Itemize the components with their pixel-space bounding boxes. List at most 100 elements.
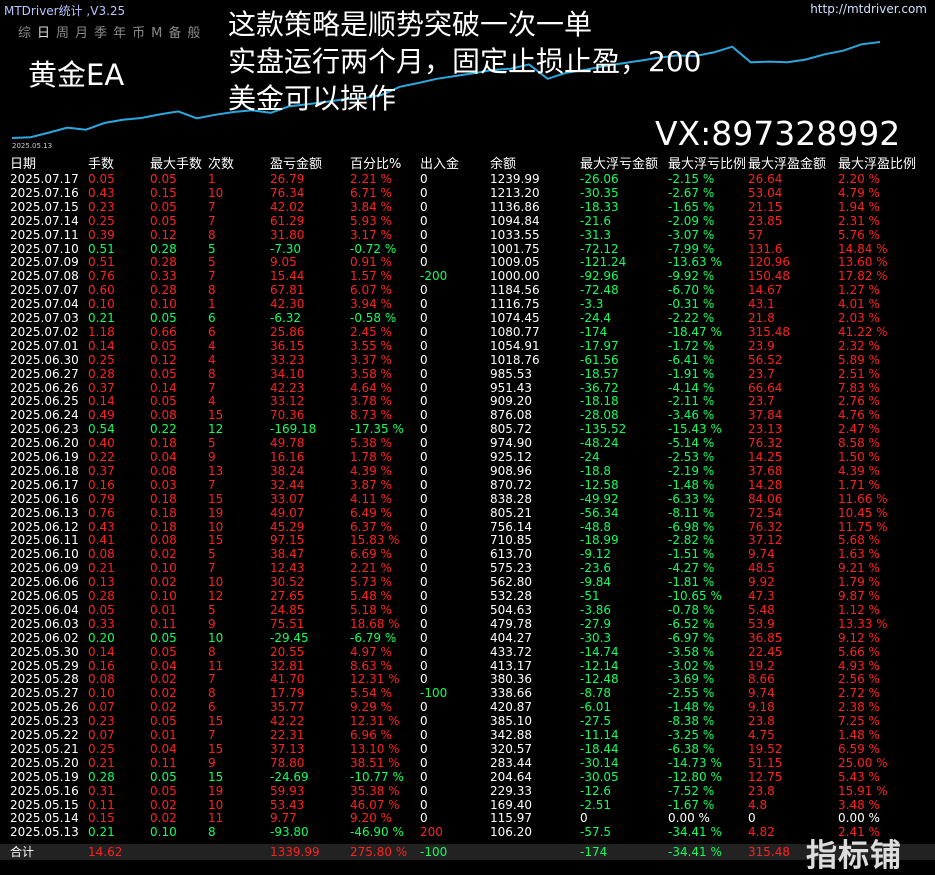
cell-6: 0 <box>420 602 428 617</box>
table-row[interactable]: 2025.06.20 0.40 0.18 5 49.78 5.38 % 0 974.90 -48… <box>0 436 935 450</box>
table-row[interactable]: 2025.07.08 0.76 0.33 7 15.44 1.57 % -200 1000.0… <box>0 269 935 283</box>
cell-0: 2025.06.11 <box>10 533 79 548</box>
cell-4: 45.29 <box>270 519 305 534</box>
table-row[interactable]: 2025.07.15 0.23 0.05 7 42.02 3.84 % 0 1136.86 -1… <box>0 200 935 214</box>
cell-3: 15 <box>208 491 224 506</box>
table-row[interactable]: 2025.07.16 0.43 0.15 10 76.34 6.71 % 0 1213.20 -… <box>0 186 935 200</box>
cell-0: 2025.06.06 <box>10 575 79 590</box>
table-row[interactable]: 2025.05.29 0.16 0.04 11 32.81 8.63 % 0 413.17 -1… <box>0 659 935 673</box>
table-row[interactable]: 2025.06.02 0.20 0.05 10 -29.45 -6.79 % 0 404.27… <box>0 631 935 645</box>
cell-9: -13.63 % <box>668 255 722 270</box>
table-row[interactable]: 2025.06.18 0.37 0.08 13 38.24 4.39 % 0 908.96 -1… <box>0 464 935 478</box>
table-row[interactable]: 2025.06.09 0.21 0.10 7 12.43 2.21 % 0 575.23 -23… <box>0 561 935 575</box>
cell-6: 0 <box>420 672 428 687</box>
table-row[interactable]: 2025.07.04 0.10 0.10 1 42.30 3.94 % 0 1116.75 -3… <box>0 297 935 311</box>
table-row[interactable]: 2025.05.30 0.14 0.05 8 20.55 4.97 % 0 433.72 -14… <box>0 645 935 659</box>
cell-6: 0 <box>420 616 428 631</box>
table-row[interactable]: 2025.07.09 0.51 0.28 5 9.05 0.91 % 0 1009.05 -12… <box>0 255 935 269</box>
tab-0[interactable]: 综 <box>18 22 31 41</box>
table-row[interactable]: 2025.06.04 0.05 0.01 5 24.85 5.18 % 0 504.63 -3.… <box>0 603 935 617</box>
cell-6: 0 <box>420 589 428 603</box>
table-row[interactable]: 2025.07.14 0.25 0.05 7 61.29 5.93 % 0 1094.84 -2… <box>0 214 935 228</box>
table-row[interactable]: 2025.05.26 0.07 0.02 6 35.77 9.29 % 0 420.87 -6.… <box>0 700 935 714</box>
tab-7[interactable]: M <box>151 26 162 41</box>
tab-9[interactable]: 般 <box>187 22 200 41</box>
table-row[interactable]: 2025.07.03 0.21 0.05 6 -6.32 -0.58 % 0 1074.45 -… <box>0 311 935 325</box>
table-row[interactable]: 2025.05.23 0.23 0.05 15 42.22 12.31 % 0 385.10 -… <box>0 714 935 728</box>
cell-7: 1001.75 <box>490 241 540 256</box>
table-row[interactable]: 2025.05.14 0.15 0.02 11 9.77 9.20 % 0 115.97 0 0.… <box>0 811 935 825</box>
table-row[interactable]: 2025.06.25 0.14 0.05 4 33.12 3.78 % 0 909.20 -18… <box>0 394 935 408</box>
table-row[interactable]: 2025.05.20 0.21 0.11 9 78.80 38.51 % 0 283.44 -3… <box>0 756 935 770</box>
table-row[interactable]: 2025.06.10 0.08 0.02 5 38.47 6.69 % 0 613.70 -9.… <box>0 547 935 561</box>
tab-3[interactable]: 月 <box>75 22 88 41</box>
table-row[interactable]: 2025.07.07 0.60 0.28 8 67.81 6.07 % 0 1184.56 -7… <box>0 283 935 297</box>
table-row[interactable]: 2025.06.19 0.22 0.04 9 16.16 1.78 % 0 925.12 -24… <box>0 450 935 464</box>
table-row[interactable]: 2025.05.21 0.25 0.04 15 37.13 13.10 % 0 320.57 -… <box>0 742 935 756</box>
tab-1[interactable]: 日 <box>37 22 50 41</box>
cell-11: 11.75 % <box>838 519 888 534</box>
cell-3: 11 <box>208 658 224 673</box>
tab-8[interactable]: 备 <box>168 22 181 41</box>
cell-5: 3.55 % <box>350 338 392 353</box>
table-row[interactable]: 2025.07.02 1.18 0.66 6 25.86 2.45 % 0 1080.77 -1… <box>0 325 935 339</box>
tab-5[interactable]: 年 <box>113 22 126 41</box>
table-row[interactable]: 2025.05.22 0.07 0.01 7 22.31 6.96 % 0 342.88 -11… <box>0 728 935 742</box>
website-link[interactable]: http://mtdriver.com <box>810 2 927 16</box>
cell-1: 0.08 <box>88 672 115 687</box>
table-row[interactable]: 2025.06.06 0.13 0.02 10 30.52 5.73 % 0 562.80 -9… <box>0 575 935 589</box>
table-row[interactable]: 2025.06.24 0.49 0.08 15 70.36 8.73 % 0 876.08 -2… <box>0 408 935 422</box>
cell-2: 0.05 <box>150 172 177 186</box>
table-row[interactable]: 2025.06.16 0.79 0.18 15 33.07 4.11 % 0 838.28 -4… <box>0 492 935 506</box>
cell-7: 204.64 <box>490 769 532 784</box>
table-row[interactable]: 2025.06.17 0.16 0.03 7 32.44 3.87 % 0 870.72 -12… <box>0 478 935 492</box>
cell-2: 0.22 <box>150 422 177 437</box>
cell-0: 2025.05.13 <box>10 825 79 840</box>
table-row[interactable]: 2025.05.27 0.10 0.02 8 17.79 5.54 % -100 338.66… <box>0 686 935 700</box>
cell-4: -169.18 <box>270 422 317 437</box>
cell-1: 0.51 <box>88 255 115 270</box>
cell-5: 2.45 % <box>350 324 392 339</box>
table-row[interactable]: 2025.05.16 0.31 0.05 19 59.93 35.38 % 0 229.33 -… <box>0 784 935 798</box>
cell-8: -21.6 <box>580 213 612 228</box>
table-row[interactable]: 2025.05.28 0.08 0.02 7 41.70 12.31 % 0 380.36 -1… <box>0 672 935 686</box>
table-row[interactable]: 2025.06.11 0.41 0.08 15 97.15 15.83 % 0 710.85 -… <box>0 533 935 547</box>
cell-10: 21.15 <box>748 199 783 214</box>
cell-3: 5 <box>208 547 216 562</box>
cell-7: 342.88 <box>490 728 532 742</box>
cell-1: 0.23 <box>88 714 115 729</box>
table-row[interactable]: 2025.05.15 0.11 0.02 10 53.43 46.07 % 0 169.40 -… <box>0 798 935 812</box>
table-row[interactable]: 2025.06.13 0.76 0.18 19 49.07 6.49 % 0 805.21 -5… <box>0 506 935 520</box>
table-row[interactable]: 2025.06.30 0.25 0.12 4 33.23 3.37 % 0 1018.76 -6… <box>0 353 935 367</box>
table-row[interactable]: 2025.06.05 0.28 0.10 12 27.65 5.48 % 0 532.28 -5… <box>0 589 935 603</box>
tab-2[interactable]: 周 <box>56 22 69 41</box>
table-row[interactable]: 2025.06.23 0.54 0.22 12 -169.18 -17.35 % 0 805.… <box>0 422 935 436</box>
cell-1: 0.49 <box>88 408 115 423</box>
cell-2: 0.01 <box>150 602 177 617</box>
cell-8: -8.78 <box>580 686 612 701</box>
cell-1: 0.28 <box>88 769 115 784</box>
table-row[interactable]: 2025.05.13 0.21 0.10 8 -93.80 -46.90 % 200 106.… <box>0 825 935 839</box>
tab-4[interactable]: 季 <box>94 22 107 41</box>
cell-1: 0.14 <box>88 394 115 409</box>
table-row[interactable]: 2025.06.03 0.33 0.11 9 75.51 18.68 % 0 479.78 -2… <box>0 617 935 631</box>
table-row[interactable]: 2025.06.27 0.28 0.05 8 34.10 3.58 % 0 985.53 -18… <box>0 367 935 381</box>
table-row[interactable]: 2025.06.12 0.43 0.18 10 45.29 6.37 % 0 756.14 -4… <box>0 520 935 534</box>
cell-9: -2.15 % <box>668 172 715 186</box>
table-row[interactable]: 2025.07.11 0.39 0.12 8 31.80 3.17 % 0 1033.55 -3… <box>0 228 935 242</box>
table-row[interactable]: 2025.07.01 0.14 0.05 4 36.15 3.55 % 0 1054.91 -1… <box>0 339 935 353</box>
table-row[interactable]: 2025.07.10 0.51 0.28 5 -7.30 -0.72 % 0 1001.75 -… <box>0 242 935 256</box>
cell-9: -3.07 % <box>668 227 715 242</box>
cell-9: -2.19 % <box>668 463 715 478</box>
table-row[interactable]: 2025.06.26 0.37 0.14 7 42.23 4.64 % 0 951.43 -36… <box>0 381 935 395</box>
cell-0: 2025.05.20 <box>10 755 79 770</box>
cell-9: -2.53 % <box>668 450 715 464</box>
table-row[interactable]: 2025.07.17 0.05 0.05 1 26.79 2.21 % 0 1239.99 -2… <box>0 172 935 186</box>
cell-9: -2.67 % <box>668 185 715 200</box>
cell-8: -28.08 <box>580 408 619 423</box>
cell-6: 0 <box>420 700 428 715</box>
table-row[interactable]: 2025.05.19 0.28 0.05 15 -24.69 -10.77 % 0 204.6… <box>0 770 935 784</box>
tab-6[interactable]: 币 <box>132 22 145 41</box>
total-max-float-loss-pct: -34.41 % <box>668 845 722 859</box>
cell-2: 0.04 <box>150 450 177 464</box>
